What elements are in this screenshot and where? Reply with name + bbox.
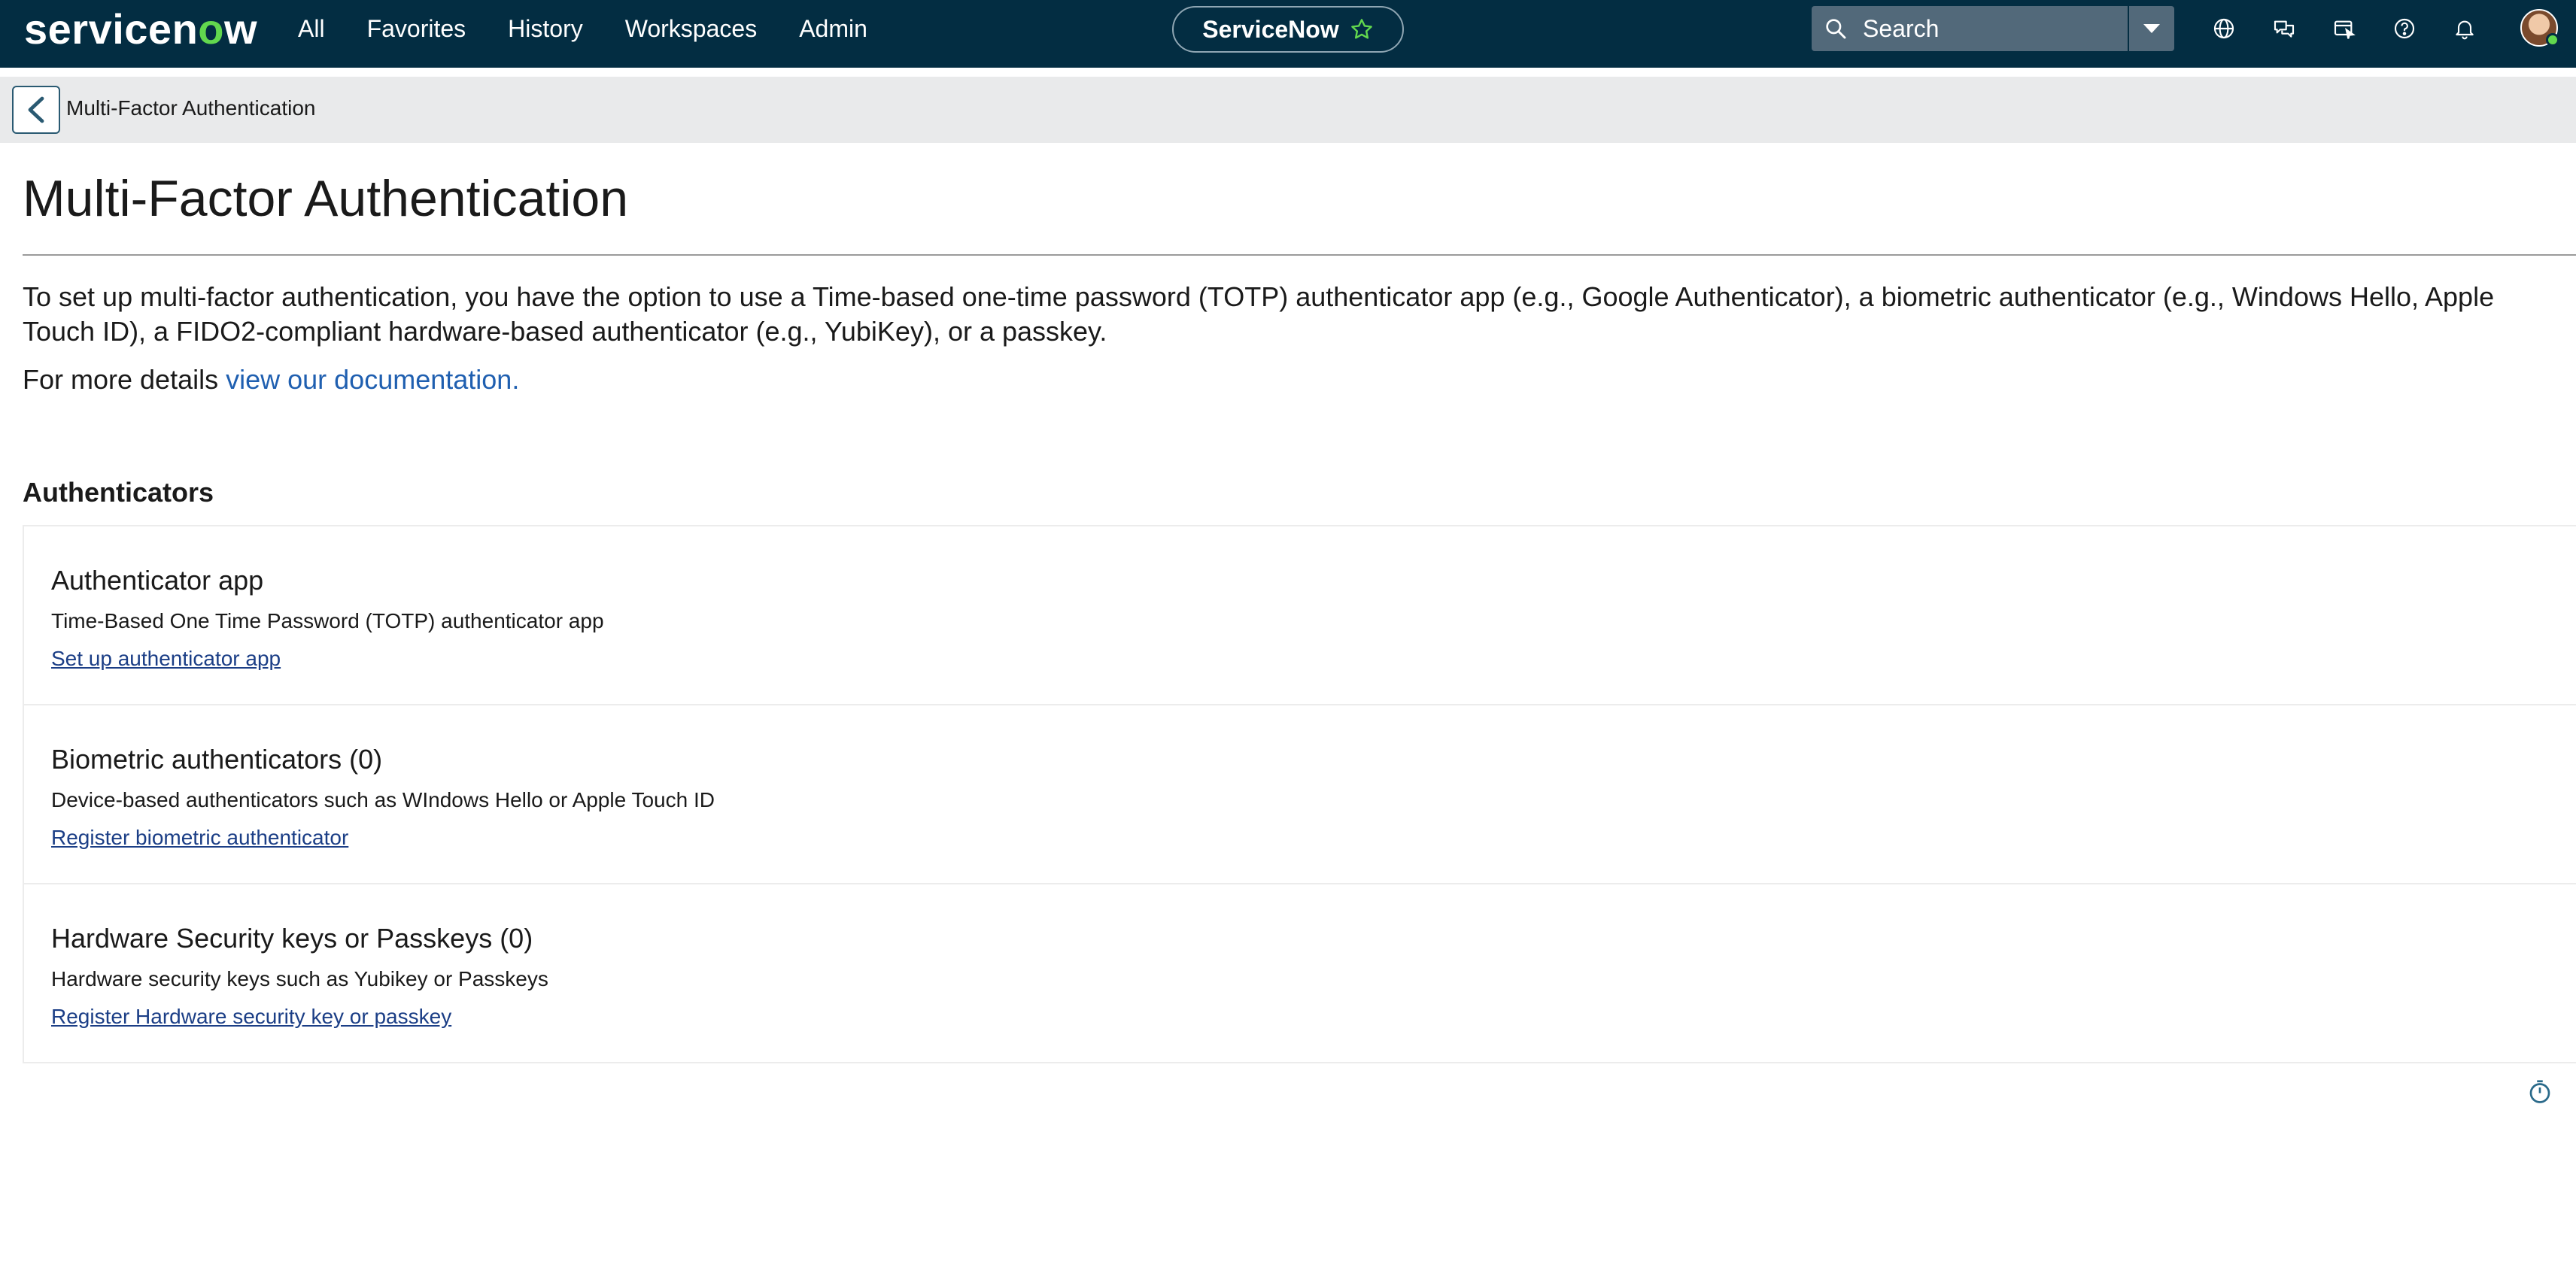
nav-item-favorites[interactable]: Favorites (367, 15, 466, 43)
card-description: Hardware security keys such as Yubikey o… (51, 967, 548, 990)
breadcrumb: Multi-Factor Authentication (66, 96, 316, 120)
logo-text-end: w (224, 5, 258, 53)
servicenow-logo[interactable]: servicenow (24, 3, 257, 56)
card-description: Time-Based One Time Password (TOTP) auth… (51, 609, 604, 632)
register-hardware-key-link[interactable]: Register Hardware security key or passke… (51, 1005, 451, 1028)
bell-icon[interactable] (2450, 14, 2480, 44)
card-title: Biometric authenticators (0) (51, 744, 383, 775)
details-line: For more details view our documentation. (23, 362, 519, 397)
star-icon[interactable] (1350, 17, 1374, 41)
chevron-left-icon (28, 96, 44, 123)
section-heading-authenticators: Authenticators (23, 477, 214, 508)
title-divider (23, 254, 2576, 256)
intro-text: To set up multi-factor authentication, y… (23, 281, 2495, 347)
authenticator-card-hardware: Hardware Security keys or Passkeys (0) H… (23, 884, 2576, 1063)
search-icon (1826, 19, 1846, 39)
globe-icon[interactable] (2209, 14, 2239, 44)
page-title: Multi-Factor Authentication (23, 170, 629, 227)
nav-item-admin[interactable]: Admin (799, 15, 867, 43)
instance-label: ServiceNow (1202, 15, 1339, 43)
global-search (1812, 6, 2128, 51)
instance-selector[interactable]: ServiceNow (1172, 6, 1404, 53)
logo-text: servicen (24, 5, 199, 53)
presence-indicator (2546, 33, 2559, 47)
authenticator-card-biometric: Biometric authenticators (0) Device-base… (23, 705, 2576, 884)
setup-authenticator-app-link[interactable]: Set up authenticator app (51, 647, 281, 670)
main-menu: All Favorites History Workspaces Admin (298, 0, 867, 57)
nav-item-history[interactable]: History (508, 15, 583, 43)
nav-item-all[interactable]: All (298, 15, 325, 43)
documentation-link[interactable]: view our documentation. (226, 364, 519, 395)
utility-icons (2209, 9, 2480, 48)
breadcrumb-bar: Multi-Factor Authentication (0, 77, 2576, 143)
card-title: Authenticator app (51, 565, 264, 596)
register-biometric-link[interactable]: Register biometric authenticator (51, 826, 348, 849)
authenticator-list: Authenticator app Time-Based One Time Pa… (23, 525, 2576, 1063)
user-avatar[interactable] (2520, 9, 2559, 47)
search-input[interactable] (1861, 14, 2102, 44)
nav-item-workspaces[interactable]: Workspaces (625, 15, 757, 43)
chat-icon[interactable] (2269, 14, 2299, 44)
card-title: Hardware Security keys or Passkeys (0) (51, 923, 533, 954)
chevron-down-icon (2143, 24, 2160, 33)
logo-o: o (198, 5, 224, 53)
card-description: Device-based authenticators such as WInd… (51, 788, 715, 811)
help-icon[interactable] (2389, 14, 2420, 44)
search-scope-dropdown[interactable] (2129, 6, 2174, 51)
top-navigation-bar: servicenow All Favorites History Workspa… (0, 0, 2576, 68)
authenticator-card-app: Authenticator app Time-Based One Time Pa… (23, 526, 2576, 705)
screen-capture-icon[interactable] (2329, 14, 2359, 44)
back-button[interactable] (12, 86, 60, 134)
timer-icon[interactable] (2526, 1078, 2553, 1106)
details-prefix: For more details (23, 364, 219, 395)
